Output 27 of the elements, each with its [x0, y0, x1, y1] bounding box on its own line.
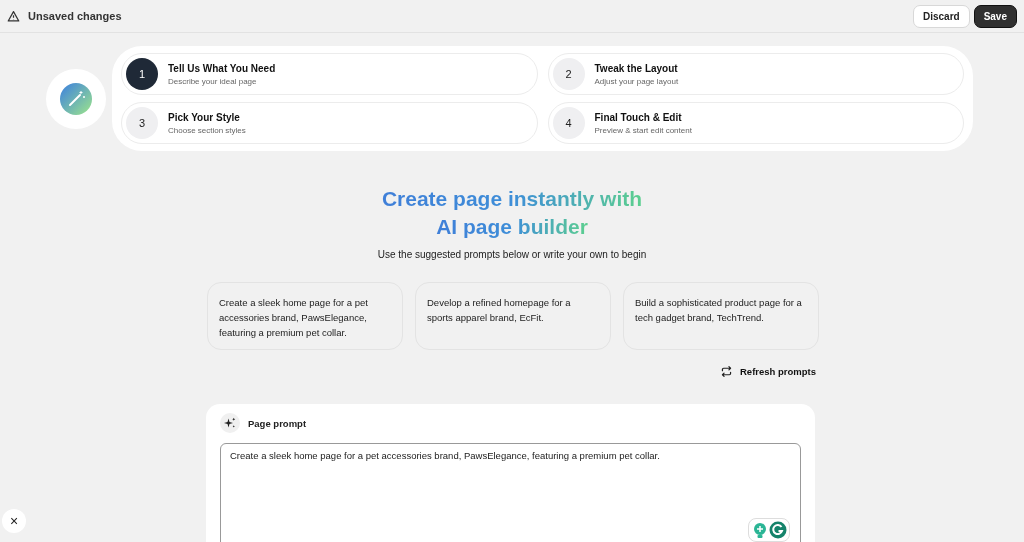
step-subtitle: Describe your ideal page: [168, 76, 258, 86]
suggested-prompt-card[interactable]: Create a sleek home page for a pet accessories brand, PawsElegance, featuring a premium pet collar.: [207, 282, 403, 350]
close-button[interactable]: ×: [2, 509, 26, 533]
step-subtitle: Choose section styles: [168, 125, 246, 135]
step-title: Pick Your Style: [168, 111, 241, 123]
step-subtitle: Adjust your page layout: [594, 76, 679, 86]
sparkle-icon: [220, 413, 240, 433]
step-number: 2: [552, 58, 585, 90]
step-title: Final Touch & Edit: [594, 111, 683, 123]
discard-button[interactable]: Discard: [912, 4, 970, 28]
suggested-prompt-card[interactable]: Develop a refined homepage for a sports apparel brand, EcFit.: [415, 282, 611, 350]
warning-icon: [7, 9, 20, 23]
step-subtitle: Preview & start edit content: [594, 125, 692, 135]
prompt-input-field[interactable]: Create a sleek home page for a pet accessories brand, PawsElegance, featuring a premium pet collar.: [220, 443, 801, 542]
step-title: Tweak the Layout: [594, 62, 679, 74]
heading-subtitle: Use the suggested prompts below or write your own to begin: [376, 249, 648, 260]
refresh-icon: [720, 365, 733, 378]
refresh-prompts-button[interactable]: Refresh prompts: [720, 365, 816, 378]
step-number: 4: [552, 107, 585, 139]
assistant-icons[interactable]: [748, 518, 790, 542]
page-prompt-title: Page prompt: [248, 417, 307, 429]
step-title: Tell Us What You Need: [168, 62, 276, 74]
suggested-prompt-card[interactable]: Build a sophisticated product page for a tech gadget brand, TechTrend.: [623, 282, 819, 350]
step-number: 1: [126, 58, 158, 90]
save-button[interactable]: Save: [973, 4, 1017, 28]
step-number: 3: [126, 107, 158, 139]
unsaved-status: Unsaved changes: [28, 10, 122, 22]
